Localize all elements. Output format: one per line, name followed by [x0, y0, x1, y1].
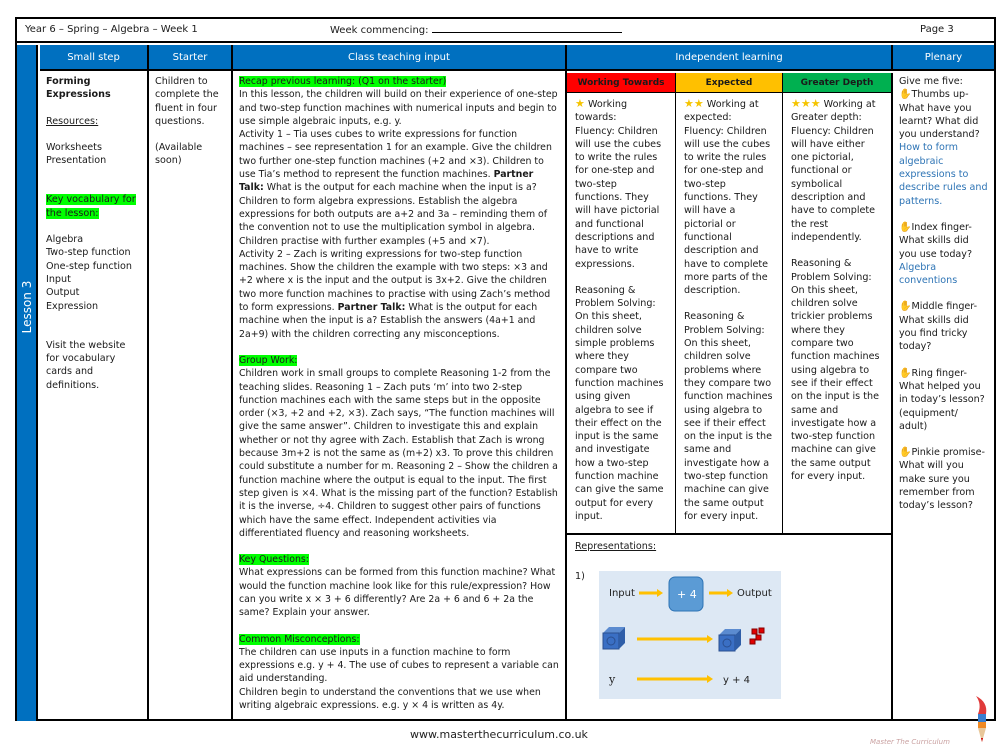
hand-icon: ✋ [899, 447, 912, 459]
arrow-icon [637, 635, 713, 643]
hand-icon: ✋ [899, 367, 912, 379]
activity-2: Activity 2 – Zach is writing expressions… [239, 248, 551, 340]
plenary-answer: How to form algebraic expressions to des… [899, 142, 988, 207]
level-fluency: Fluency: Children will have either one p… [791, 125, 876, 243]
plenary-answer: Algebra conventions [899, 261, 958, 287]
vocab-label: Key vocabulary for the lesson: [46, 194, 136, 219]
diagram-input-label: Input [609, 588, 635, 599]
arrow-icon [639, 589, 663, 597]
diagram-output-label: Output [737, 588, 772, 599]
arrow-icon [709, 589, 733, 597]
level-fluency: Fluency: Children will use the cubes to … [684, 125, 771, 297]
lesson-label: Lesson 3 [20, 280, 34, 334]
level-working-towards: ★ Working towards: Fluency: Children wil… [567, 93, 676, 535]
arrow-icon [637, 675, 713, 683]
level-reasoning: Reasoning & Problem Solving: On this she… [684, 311, 773, 522]
partner-talk-label: Partner Talk: [337, 302, 406, 314]
misconceptions-text-2: Children begin to understand the convent… [239, 686, 541, 712]
header-independent: Independent learning [567, 45, 893, 71]
level-expected: ★★ Working at expected: Fluency: Childre… [676, 93, 783, 535]
vocab-item: Expression [46, 300, 99, 312]
plenary-item: ✋Pinkie promise- What will you make sure… [899, 447, 986, 512]
group-work-label: Group Work: [239, 354, 298, 366]
header-small-step: Small step [40, 45, 149, 71]
class-teaching-column: Recap previous learning: (Q1 on the star… [233, 71, 567, 721]
level-reasoning: Reasoning & Problem Solving: On this she… [791, 258, 880, 483]
plenary-item: ✋Index finger- What skills did you use t… [899, 221, 988, 287]
week-blank-line [431, 24, 622, 33]
footer-brand: Master The Curriculum [870, 738, 950, 746]
diagram-operation: + 4 [677, 588, 697, 601]
level-greater-depth: ★★★ Working at Greater depth: Fluency: C… [783, 93, 893, 535]
footer-url[interactable]: www.masterthecurriculum.co.uk [410, 728, 588, 741]
plenary-item: ✋Middle finger- What skills did you find… [899, 301, 978, 353]
function-machine-svg: Input + 4 Output y y + 4 [602, 576, 772, 686]
resources-label: Resources: [46, 115, 99, 127]
top-bar: Year 6 – Spring – Algebra – Week 1 Week … [17, 19, 994, 43]
visit-website-note: Visit the website for vocabulary cards a… [46, 339, 126, 391]
diagram-var-in: y [608, 673, 616, 686]
misconceptions-label: Common Misconceptions: [239, 633, 360, 645]
starter-text: Children to complete the fluent in four … [155, 76, 219, 127]
star-icon: ★★★ [791, 97, 821, 110]
week-commencing: Week commencing: [330, 24, 622, 36]
function-machine-diagram: Input + 4 Output y y + 4 [599, 571, 781, 699]
intro-text: In this lesson, the children will build … [239, 89, 558, 127]
hand-icon: ✋ [899, 89, 912, 101]
cube-icon [718, 629, 741, 652]
key-questions-label: Key Questions: [239, 554, 309, 566]
plenary-item: ✋Ring finger- What helped you in today’s… [899, 367, 985, 432]
level-reasoning: Reasoning & Problem Solving: On this she… [575, 284, 664, 522]
starter-availability: (Available soon) [155, 142, 203, 167]
plenary-column: Give me five: ✋Thumbs up- What have you … [893, 71, 994, 721]
diagram-var-out: y + 4 [723, 675, 750, 686]
representations-label: Representations: [575, 541, 657, 552]
group-work-text: Children work in small groups to complet… [239, 368, 558, 539]
small-cubes-icon [749, 627, 765, 645]
vocab-item: Input [46, 273, 71, 285]
representations-section: Representations: 1) Input + 4 Output y y… [567, 535, 893, 721]
page-number: Page 3 [920, 24, 954, 35]
level-header-expected: Expected [676, 73, 783, 93]
week-label: Week commencing: [330, 25, 429, 36]
plenary-item: ✋Thumbs up- What have you learnt? What d… [899, 89, 988, 207]
level-header-greater-depth: Greater Depth [783, 73, 893, 93]
hand-icon: ✋ [899, 221, 912, 233]
header-class-teaching: Class teaching input [233, 45, 567, 71]
small-step-column: Forming Expressions Resources: Worksheet… [40, 71, 149, 721]
key-questions-text: What expressions can be formed from this… [239, 567, 556, 619]
vocab-item: Two-step function [46, 247, 131, 259]
vocab-item: Algebra [46, 234, 84, 246]
vocab-item: One-step function [46, 260, 132, 272]
small-step-title: Forming Expressions [46, 76, 111, 101]
lesson-strip: Lesson 3 [17, 45, 38, 721]
recap-label: Recap previous learning: (Q1 on the star… [239, 76, 447, 87]
activity-1: Activity 1 – Tia uses cubes to write exp… [239, 129, 552, 247]
hand-icon: ✋ [899, 301, 912, 313]
level-fluency: Fluency: Children will use the cubes to … [575, 125, 662, 270]
star-icon: ★ [575, 97, 585, 110]
plenary-intro: Give me five: [899, 76, 963, 87]
representation-number: 1) [575, 571, 585, 582]
misconceptions-text-1: The children can use inputs in a functio… [239, 646, 559, 685]
starter-column: Children to complete the fluent in four … [149, 71, 233, 721]
header-starter: Starter [149, 45, 233, 71]
star-icon: ★★ [684, 97, 704, 110]
level-header-working-towards: Working Towards [567, 73, 676, 93]
resource-item: Worksheets [46, 141, 102, 153]
cube-icon [602, 627, 625, 650]
resource-item: Presentation [46, 155, 107, 167]
lesson-plan-sheet: Year 6 – Spring – Algebra – Week 1 Week … [15, 17, 996, 721]
header-plenary: Plenary [893, 45, 994, 71]
unit-title: Year 6 – Spring – Algebra – Week 1 [25, 24, 198, 35]
vocab-item: Output [46, 287, 80, 299]
pencil-logo-icon [976, 696, 987, 742]
